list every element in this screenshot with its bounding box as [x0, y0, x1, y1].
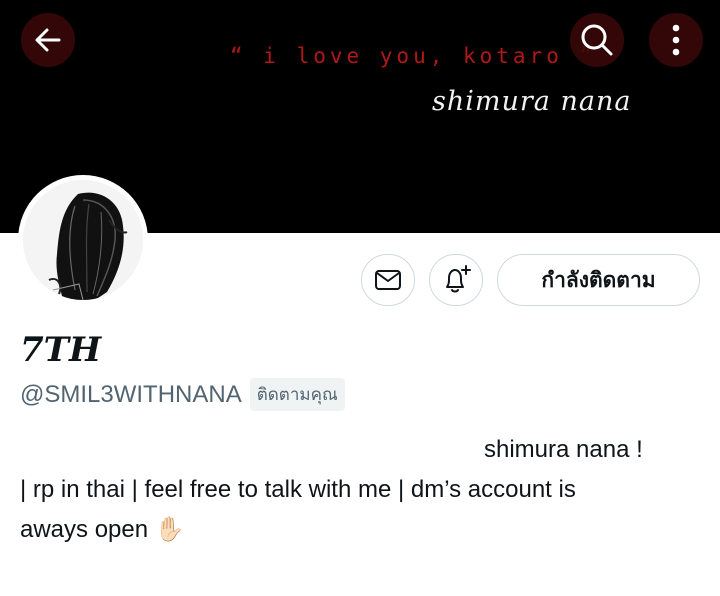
message-button[interactable]	[361, 254, 415, 306]
search-icon	[581, 24, 613, 56]
search-button[interactable]	[570, 13, 624, 67]
handle: @SMIL3WITHNANA	[20, 380, 242, 408]
bio-line: aways open ✋🏻	[20, 516, 185, 543]
display-name: 7TH	[20, 330, 102, 370]
bio: shimura nana ! | rp in thai | feel free …	[20, 430, 700, 550]
handle-row: @SMIL3WITHNANA ติดตามคุณ	[20, 378, 345, 411]
following-button-label: กำลังติดตาม	[541, 268, 656, 292]
more-button[interactable]	[649, 13, 703, 67]
bio-line: shimura nana !	[484, 436, 643, 463]
bio-line: | rp in thai | feel free to talk with me…	[20, 476, 576, 503]
banner-signature: shimura nana	[432, 86, 632, 117]
following-button[interactable]: กำลังติดตาม	[497, 254, 700, 306]
arrow-left-icon	[35, 28, 61, 52]
notify-button[interactable]	[429, 254, 483, 306]
avatar[interactable]	[18, 175, 148, 305]
mail-icon	[375, 270, 401, 290]
more-vertical-icon	[672, 24, 680, 56]
follows-you-badge: ติดตามคุณ	[249, 378, 345, 411]
banner-quote: “ i love you, kotaro ”	[230, 44, 597, 68]
bell-plus-icon	[446, 265, 471, 293]
avatar-image	[23, 180, 143, 300]
back-button[interactable]	[21, 13, 75, 67]
